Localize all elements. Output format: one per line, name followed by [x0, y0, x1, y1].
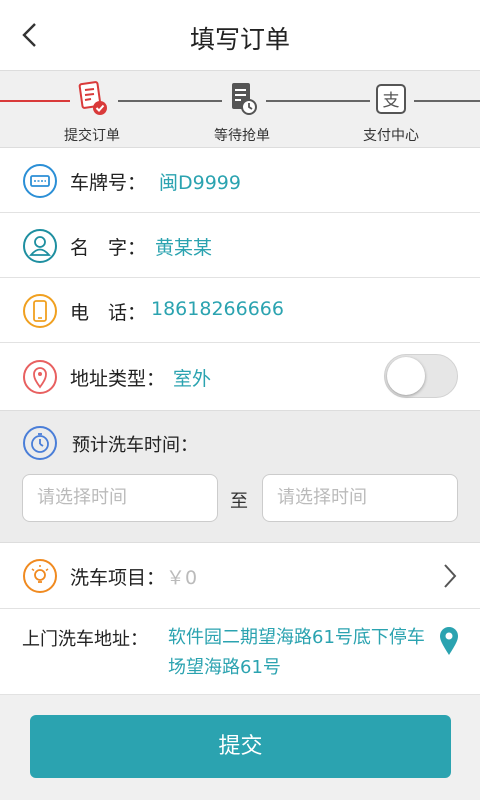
step-label: 支付中心: [363, 128, 419, 144]
header: 填写订单: [0, 0, 480, 70]
order-form: 车牌号： 闽D9999 名 字： 黄某某 电 话： 18618266666 地址…: [0, 148, 480, 410]
wash-project-row[interactable]: 洗车项目： ￥0: [0, 543, 480, 609]
name-value[interactable]: 黄某某: [155, 233, 212, 260]
lightbulb-icon: [23, 559, 57, 593]
step-submit: 提交订单: [37, 79, 147, 145]
stopwatch-icon: [23, 426, 57, 460]
license-plate-icon: [23, 164, 57, 198]
address-type-toggle[interactable]: [384, 354, 458, 398]
service-address-label: 上门洗车地址：: [22, 629, 148, 650]
plate-value[interactable]: 闽D9999: [159, 168, 241, 195]
step-label: 等待抢单: [214, 128, 270, 144]
location-icon: [23, 360, 57, 394]
order-check-icon: [78, 81, 107, 115]
step-pay: 支 支付中心: [336, 79, 446, 145]
service-address-row[interactable]: 上门洗车地址： 软件园二期望海路61号底下停车场望海路61号: [0, 609, 480, 695]
address-type-value: 室外: [173, 368, 212, 390]
address-type-row: 地址类型： 室外: [0, 344, 480, 409]
name-row[interactable]: 名 字： 黄某某: [0, 213, 480, 278]
wash-time-section: 预计洗车时间： 请选择时间 至 请选择时间: [0, 410, 480, 543]
address-type-label: 地址类型：: [70, 368, 166, 390]
step-wait: 等待抢单: [187, 79, 297, 145]
document-clock-icon: [232, 83, 257, 115]
wash-project-price: ￥0: [166, 567, 198, 589]
chevron-right-icon[interactable]: [442, 563, 458, 589]
start-time-input[interactable]: 请选择时间: [22, 474, 218, 522]
name-label: 名 字：: [70, 237, 147, 259]
submit-button[interactable]: 提交: [30, 715, 451, 778]
order-steps: 提交订单 等待抢单 支 支付中心: [0, 70, 480, 148]
phone-value[interactable]: 18618266666: [151, 298, 284, 320]
user-icon: [23, 229, 57, 263]
phone-label: 电 话：: [70, 302, 147, 324]
end-time-input[interactable]: 请选择时间: [262, 474, 458, 522]
phone-row[interactable]: 电 话： 18618266666: [0, 278, 480, 343]
map-pin-icon[interactable]: [438, 625, 460, 657]
step-label: 提交订单: [64, 128, 120, 144]
service-address-value[interactable]: 软件园二期望海路61号底下停车场望海路61号: [168, 623, 428, 683]
to-label: 至: [230, 491, 248, 512]
toggle-knob: [387, 357, 425, 395]
phone-icon: [23, 294, 57, 328]
svg-text:支: 支: [383, 91, 400, 111]
plate-label: 车牌号：: [70, 172, 147, 194]
alipay-icon: 支: [376, 84, 406, 114]
plate-row[interactable]: 车牌号： 闽D9999: [0, 148, 480, 213]
wash-time-label: 预计洗车时间：: [72, 435, 198, 456]
wash-project-label: 洗车项目：: [70, 567, 166, 589]
page-title: 填写订单: [189, 25, 290, 54]
